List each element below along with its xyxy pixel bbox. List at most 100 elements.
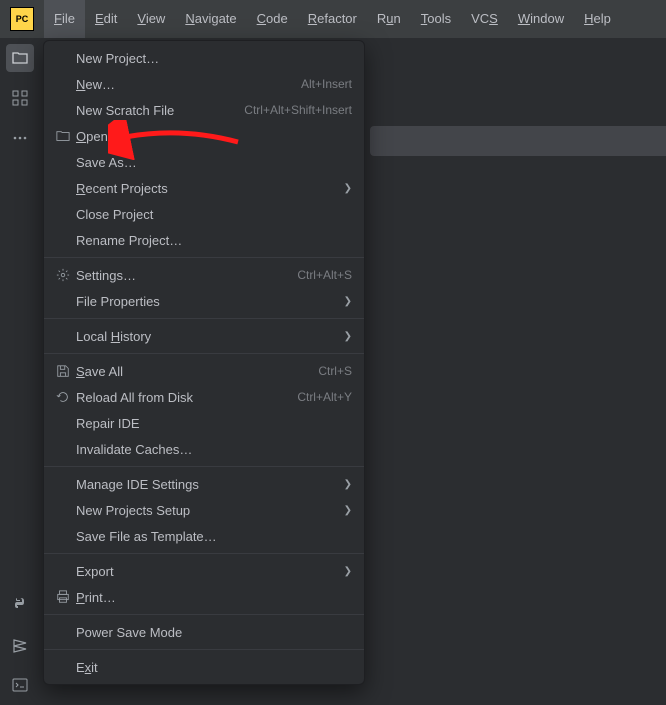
more-tool-icon[interactable] [6,124,34,152]
menu-tools-label: ools [427,11,451,26]
menu-separator [44,466,364,467]
reload-icon [54,390,72,404]
menu-code[interactable]: Code [247,0,298,38]
file-file-properties-label: File Properties [76,294,160,309]
file-print[interactable]: Print… [44,584,364,610]
menu-separator [44,257,364,258]
menu-file[interactable]: File [44,0,85,38]
menu-window[interactable]: Window [508,0,574,38]
file-export[interactable]: Export ❯ [44,558,364,584]
file-save-all-shortcut: Ctrl+S [318,364,352,378]
file-close-project-label: Close Project [76,207,153,222]
submenu-arrow-icon: ❯ [344,505,352,516]
menu-view-label: iew [146,11,166,26]
left-sidebar [0,38,41,705]
menu-help[interactable]: Help [574,0,621,38]
menu-view[interactable]: View [127,0,175,38]
file-settings-shortcut: Ctrl+Alt+S [297,268,352,282]
terminal-icon[interactable] [6,671,34,699]
submenu-arrow-icon: ❯ [344,296,352,307]
menu-view-mnemonic: V [137,11,145,26]
file-invalidate-label: Invalidate Caches… [76,442,192,457]
file-save-all-label: Save All [76,364,123,379]
menu-separator [44,614,364,615]
menu-file-label: ile [62,11,75,26]
file-settings-label: Settings… [76,268,136,283]
file-new-scratch-label: New Scratch File [76,103,174,118]
structure-tool-icon[interactable] [6,84,34,112]
menu-tools[interactable]: Tools [411,0,461,38]
menu-separator [44,649,364,650]
menu-vcs-mnemonic: S [489,11,498,26]
menu-file-mnemonic: F [54,11,62,26]
file-save-all[interactable]: Save All Ctrl+S [44,358,364,384]
file-recent-projects-label: Recent Projects [76,181,168,196]
menu-edit-label: dit [104,11,118,26]
submenu-arrow-icon: ❯ [344,183,352,194]
file-save-as[interactable]: Save As… [44,149,364,175]
file-new-scratch[interactable]: New Scratch File Ctrl+Alt+Shift+Insert [44,97,364,123]
file-rename-project-label: Rename Project… [76,233,182,248]
menu-edit[interactable]: Edit [85,0,127,38]
file-local-history-label: Local History [76,329,151,344]
python-console-icon[interactable] [6,591,34,619]
file-save-template[interactable]: Save File as Template… [44,523,364,549]
file-recent-projects[interactable]: Recent Projects ❯ [44,175,364,201]
app-logo: PC [10,7,34,31]
file-export-label: Export [76,564,114,579]
menu-window-mnemonic: W [518,11,530,26]
submenu-arrow-icon: ❯ [344,566,352,577]
folder-icon [54,129,72,143]
file-new-label: New… [76,77,115,92]
file-repair-ide[interactable]: Repair IDE [44,410,364,436]
menu-separator [44,353,364,354]
file-reload-shortcut: Ctrl+Alt+Y [297,390,352,404]
menu-vcs[interactable]: VCS [461,0,508,38]
menu-refactor-mnemonic: R [308,11,317,26]
file-new-shortcut: Alt+Insert [301,77,352,91]
menu-run[interactable]: Run [367,0,411,38]
file-menu-popup: New Project… New… Alt+Insert New Scratch… [43,40,365,685]
file-exit[interactable]: Exit [44,654,364,680]
file-save-as-label: Save As… [76,155,137,170]
menu-code-mnemonic: C [257,11,266,26]
menu-separator [44,318,364,319]
menu-separator [44,553,364,554]
menu-code-label: ode [266,11,288,26]
file-local-history[interactable]: Local History ❯ [44,323,364,349]
menu-run-mnemonic: u [386,11,393,26]
file-exit-label: Exit [76,660,98,675]
menu-run-label: n [394,11,401,26]
services-icon[interactable] [6,631,34,659]
file-close-project[interactable]: Close Project [44,201,364,227]
file-new-projects-setup[interactable]: New Projects Setup ❯ [44,497,364,523]
file-rename-project[interactable]: Rename Project… [44,227,364,253]
menu-navigate[interactable]: Navigate [175,0,246,38]
project-tool-icon[interactable] [6,44,34,72]
file-reload[interactable]: Reload All from Disk Ctrl+Alt+Y [44,384,364,410]
file-print-label: Print… [76,590,116,605]
file-file-properties[interactable]: File Properties ❯ [44,288,364,314]
file-new[interactable]: New… Alt+Insert [44,71,364,97]
menu-navigate-mnemonic: N [185,11,194,26]
file-manage-ide-label: Manage IDE Settings [76,477,199,492]
file-open[interactable]: Open… [44,123,364,149]
file-invalidate[interactable]: Invalidate Caches… [44,436,364,462]
menu-refactor-label: efactor [317,11,357,26]
menu-refactor[interactable]: Refactor [298,0,367,38]
file-new-project[interactable]: New Project… [44,45,364,71]
file-new-scratch-shortcut: Ctrl+Alt+Shift+Insert [244,103,352,117]
file-new-project-label: New Project… [76,51,159,66]
file-settings[interactable]: Settings… Ctrl+Alt+S [44,262,364,288]
file-power-save-label: Power Save Mode [76,625,182,640]
print-icon [54,590,72,604]
gear-icon [54,268,72,282]
file-manage-ide[interactable]: Manage IDE Settings ❯ [44,471,364,497]
submenu-arrow-icon: ❯ [344,331,352,342]
menubar: PC File Edit View Navigate Code Refactor… [0,0,666,39]
file-repair-ide-label: Repair IDE [76,416,140,431]
file-power-save[interactable]: Power Save Mode [44,619,364,645]
welcome-slot [370,126,666,156]
menu-window-label: indow [530,11,564,26]
menu-help-label: elp [593,11,610,26]
